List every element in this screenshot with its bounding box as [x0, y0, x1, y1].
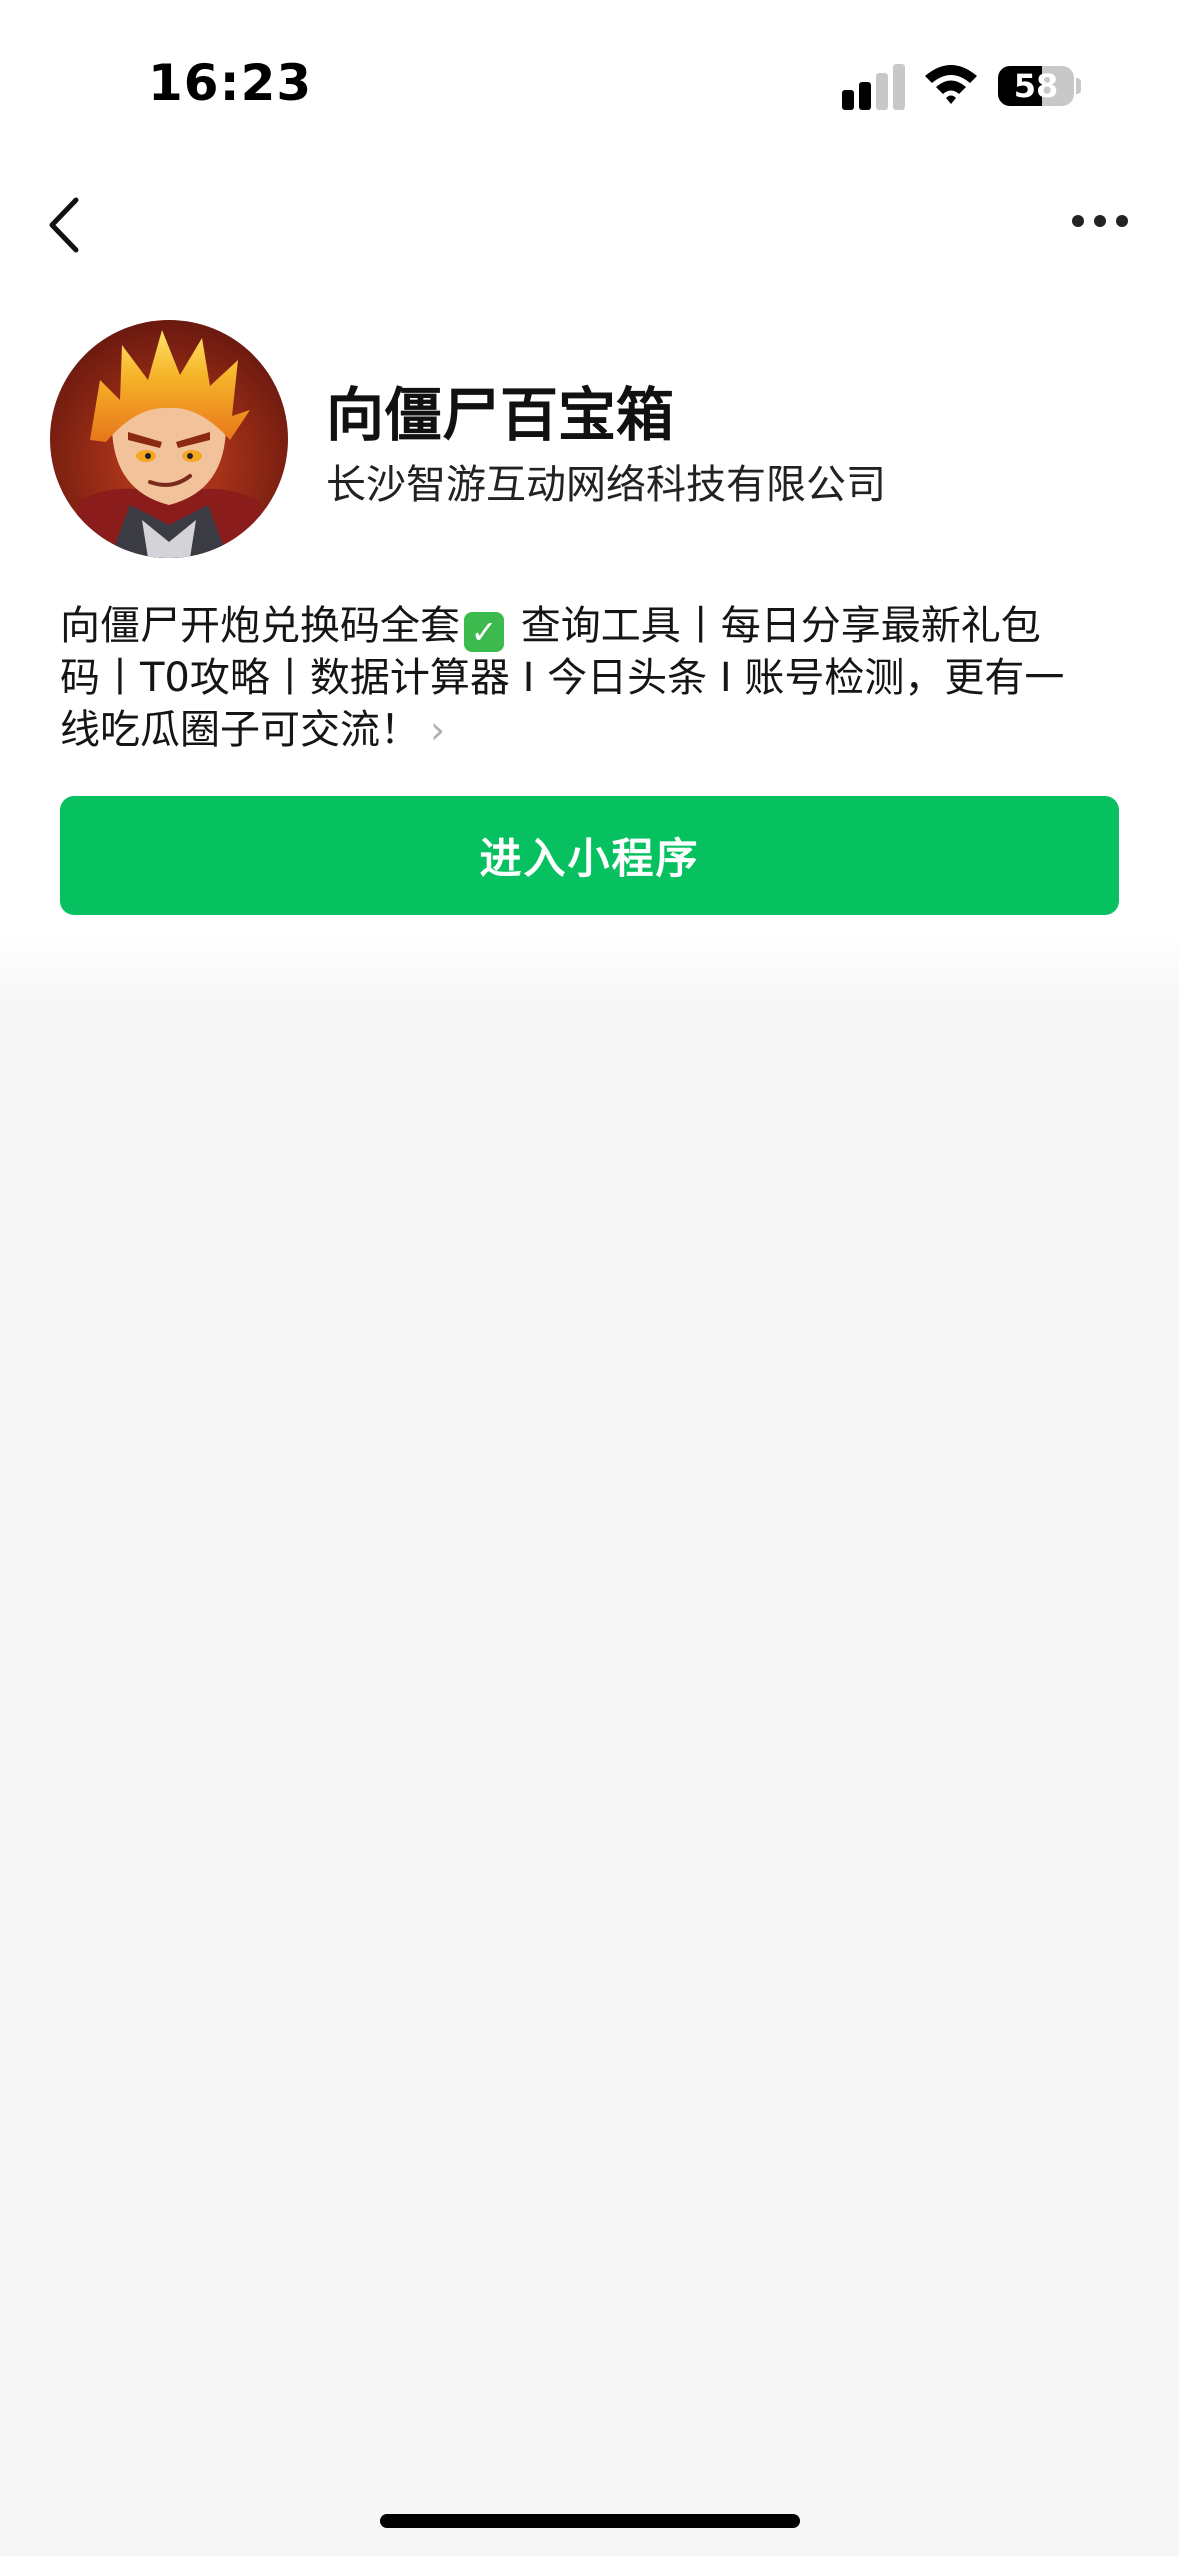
home-indicator[interactable]: [380, 2514, 800, 2528]
cellular-signal-icon: [842, 64, 905, 110]
description-line-1: 向僵尸开炮兑换码全套 ✓ 查询工具丨每日分享最新礼包: [60, 603, 1041, 652]
character-avatar-image: [50, 320, 288, 558]
app-name: 向僵尸百宝箱: [326, 381, 675, 449]
chevron-left-icon[interactable]: [40, 190, 90, 260]
chevron-right-icon: ›: [430, 708, 446, 752]
battery-level: 58: [1013, 67, 1059, 105]
check-mark-icon: ✓: [464, 612, 504, 652]
description-line-3: 线吃瓜圈子可交流！ ›: [60, 707, 446, 753]
app-avatar: [50, 320, 288, 558]
wifi-icon: [925, 65, 977, 104]
battery-icon: 58: [998, 66, 1074, 106]
status-time: 16:23: [148, 54, 313, 112]
more-dots-icon[interactable]: [1070, 206, 1130, 236]
battery-tip: [1076, 78, 1081, 94]
mini-program-profile-screen: 16:23 58 向僵尸百宝箱 长沙智游互动网络科技有限公司 向僵尸开炮兑换码全…: [0, 0, 1179, 2556]
developer-company[interactable]: 长沙智游互动网络科技有限公司: [326, 452, 886, 510]
description-line-2: 码丨T0攻略丨数据计算器 I 今日头条 I 账号检测，更有一: [60, 655, 1065, 701]
enter-mini-program-button[interactable]: 进入小程序: [60, 796, 1119, 915]
app-description[interactable]: 向僵尸开炮兑换码全套 ✓ 查询工具丨每日分享最新礼包 码丨T0攻略丨数据计算器 I…: [60, 600, 1120, 756]
